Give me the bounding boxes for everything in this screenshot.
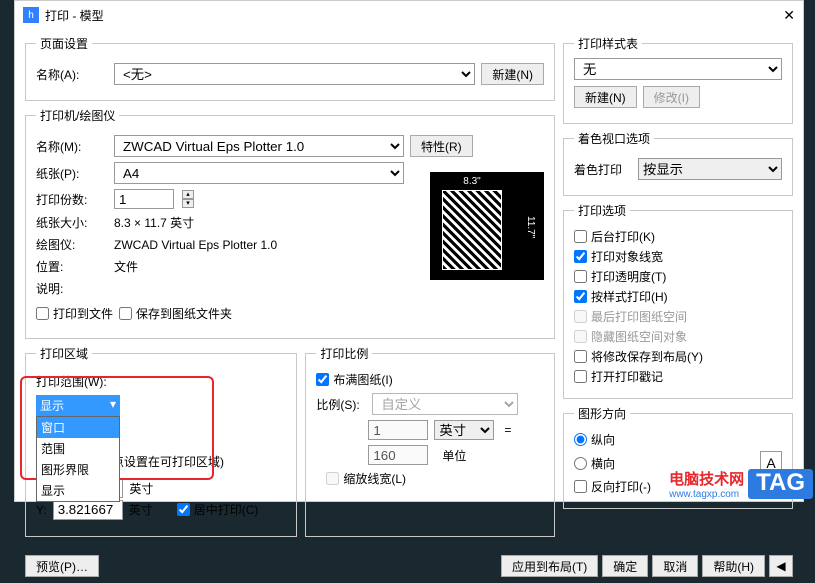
chevron-down-icon: ▾: [110, 397, 116, 414]
paper-rect: [442, 190, 502, 270]
page-setup-legend: 页面设置: [36, 35, 92, 52]
viewport-group: 着色视口选项 着色打印 按显示: [563, 130, 793, 196]
printer-properties-button[interactable]: 特性(R): [410, 135, 473, 157]
print-dialog: h 打印 - 模型 ✕ 页面设置 名称(A): <无> 新建(N) 打印机/绘图…: [14, 0, 804, 502]
range-option-display[interactable]: 显示: [37, 480, 119, 501]
portrait-radio[interactable]: 纵向: [574, 431, 782, 448]
dialog-title: 打印 - 模型: [45, 7, 755, 24]
ok-button[interactable]: 确定: [602, 555, 648, 577]
style-select[interactable]: 无: [574, 58, 782, 80]
footer: 预览(P)… 应用到布局(T) 确定 取消 帮助(H) ◀: [15, 549, 803, 583]
copies-spinner[interactable]: ▴▾: [182, 190, 194, 208]
shade-label: 着色打印: [574, 161, 632, 178]
range-dropdown: 窗口 范围 图形界限 显示: [36, 416, 120, 502]
ratio-select[interactable]: 自定义: [372, 393, 518, 415]
copies-label: 打印份数:: [36, 191, 108, 208]
page-setup-group: 页面设置 名称(A): <无> 新建(N): [25, 35, 555, 101]
watermark: 电脑技术网 www.tagxp.com TAG: [669, 468, 813, 500]
printer-name-label: 名称(M):: [36, 138, 108, 155]
titlebar: h 打印 - 模型 ✕: [15, 1, 803, 29]
viewport-legend: 着色视口选项: [574, 130, 654, 147]
copies-input[interactable]: [114, 189, 174, 209]
page-setup-name-select[interactable]: <无>: [114, 63, 475, 85]
apply-layout-button[interactable]: 应用到布局(T): [501, 555, 598, 577]
equals: =: [500, 423, 515, 437]
location-label: 位置:: [36, 258, 108, 275]
option-check-0[interactable]: 后台打印(K): [574, 228, 782, 245]
printer-group: 打印机/绘图仪 名称(M): ZWCAD Virtual Eps Plotter…: [25, 107, 555, 339]
plotter-label: 绘图仪:: [36, 236, 108, 253]
close-icon[interactable]: ✕: [755, 7, 795, 24]
desc-label: 说明:: [36, 280, 108, 297]
style-table-group: 打印样式表 无 新建(N) 修改(I): [563, 35, 793, 124]
paper-size-value: 8.3 × 11.7 英寸: [114, 214, 194, 231]
y-lbl: Y:: [36, 503, 47, 517]
print-options-group: 打印选项 后台打印(K) 打印对象线宽打印透明度(T) 按样式打印(H) 最后打印图纸…: [563, 202, 793, 399]
option-check-7[interactable]: 打开打印戳记: [574, 368, 782, 385]
expand-button[interactable]: ◀: [769, 555, 793, 577]
paper-select[interactable]: A4: [114, 162, 404, 184]
scale-group: 打印比例 布满图纸(I) 比例(S): 自定义 英寸 = 单位: [305, 345, 555, 537]
option-check-6[interactable]: 将修改保存到布局(Y): [574, 348, 782, 365]
print-area-group: 打印区域 打印范围(W): 显示▾ 窗口 范围 图形界限 显示: [25, 345, 297, 537]
wm-url: www.tagxp.com: [669, 489, 744, 500]
fit-page-check[interactable]: 布满图纸(I): [316, 371, 544, 388]
new-page-setup-button[interactable]: 新建(N): [481, 63, 544, 85]
preview-button[interactable]: 预览(P)…: [25, 555, 99, 577]
orient-legend: 图形方向: [574, 405, 630, 422]
shade-select[interactable]: 按显示: [638, 158, 782, 180]
range-option-limits[interactable]: 图形界限: [37, 459, 119, 480]
paper-size-label: 纸张大小:: [36, 214, 108, 231]
style-new-button[interactable]: 新建(N): [574, 86, 637, 108]
y-unit: 英寸: [129, 501, 153, 518]
range-option-extent[interactable]: 范围: [37, 438, 119, 459]
paper-label: 纸张(P):: [36, 165, 108, 182]
y-input[interactable]: [53, 500, 123, 520]
save-folder-check[interactable]: 保存到图纸文件夹: [119, 305, 232, 322]
center-check[interactable]: 居中打印(C): [177, 501, 259, 518]
dim-side: 11.7": [525, 216, 536, 238]
cancel-button[interactable]: 取消: [652, 555, 698, 577]
option-check-3[interactable]: 按样式打印(H): [574, 288, 782, 305]
option-check-1[interactable]: 打印对象线宽: [574, 248, 782, 265]
scale-lw-check[interactable]: 缩放线宽(L): [326, 470, 544, 487]
location-value: 文件: [114, 258, 138, 275]
name-label: 名称(A):: [36, 66, 108, 83]
plotter-value: ZWCAD Virtual Eps Plotter 1.0: [114, 238, 277, 252]
wm-tag: TAG: [748, 469, 813, 499]
options-legend: 打印选项: [574, 202, 630, 219]
dim-top: 8.3": [442, 176, 502, 187]
print-to-file-check[interactable]: 打印到文件: [36, 305, 113, 322]
area-legend: 打印区域: [36, 345, 92, 362]
help-button[interactable]: 帮助(H): [702, 555, 765, 577]
scale-unit2: 单位: [442, 447, 466, 464]
printer-legend: 打印机/绘图仪: [36, 107, 119, 124]
paper-preview: 8.3" 11.7": [430, 172, 544, 280]
option-check-4: 最后打印图纸空间: [574, 308, 782, 325]
scale-num1[interactable]: [368, 420, 428, 440]
option-check-2[interactable]: 打印透明度(T): [574, 268, 782, 285]
scale-num2[interactable]: [368, 445, 428, 465]
printer-name-select[interactable]: ZWCAD Virtual Eps Plotter 1.0: [114, 135, 404, 157]
ratio-label: 比例(S):: [316, 396, 366, 413]
app-icon: h: [23, 7, 39, 23]
scale-legend: 打印比例: [316, 345, 372, 362]
style-legend: 打印样式表: [574, 35, 642, 52]
x-unit: 英寸: [129, 480, 153, 497]
range-label: 打印范围(W):: [36, 373, 107, 390]
style-modify-button[interactable]: 修改(I): [643, 86, 700, 108]
scale-unit1[interactable]: 英寸: [434, 420, 494, 440]
range-combo-open[interactable]: 显示▾: [36, 395, 120, 416]
range-option-window[interactable]: 窗口: [37, 417, 119, 438]
option-check-5: 隐藏图纸空间对象: [574, 328, 782, 345]
wm-text: 电脑技术网: [669, 468, 744, 489]
